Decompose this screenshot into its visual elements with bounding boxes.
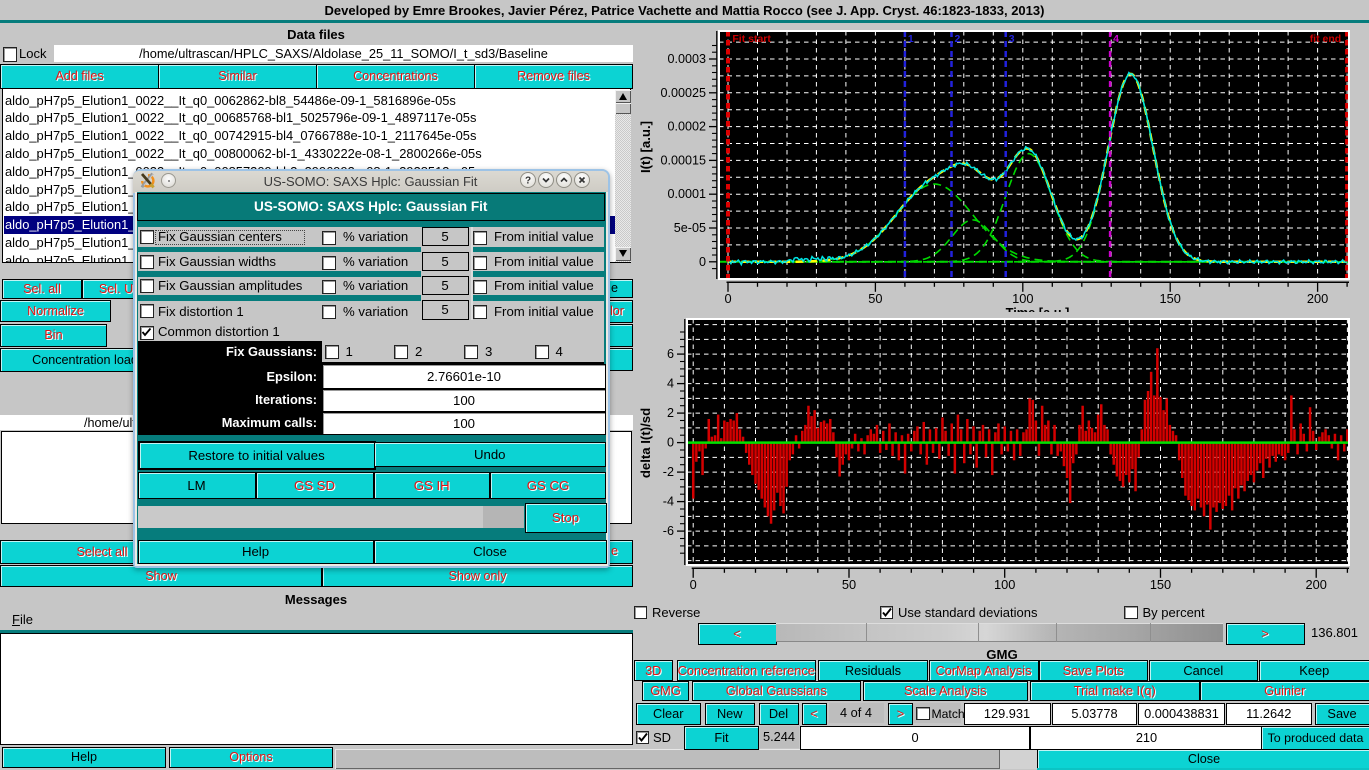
svg-text:delta I(t)/sd: delta I(t)/sd bbox=[638, 408, 653, 478]
svg-text:150: 150 bbox=[1150, 577, 1171, 592]
svg-text:100: 100 bbox=[1012, 291, 1033, 306]
svg-text:0: 0 bbox=[667, 436, 674, 450]
svg-text:200: 200 bbox=[1307, 291, 1328, 306]
svg-text:6: 6 bbox=[667, 347, 674, 361]
svg-text:4: 4 bbox=[667, 377, 674, 391]
svg-text:0.0001: 0.0001 bbox=[667, 187, 706, 201]
svg-text:0.0003: 0.0003 bbox=[667, 52, 706, 66]
svg-text:1: 1 bbox=[908, 33, 914, 45]
svg-text:0: 0 bbox=[724, 291, 731, 306]
svg-text:50: 50 bbox=[868, 291, 882, 306]
svg-text:2: 2 bbox=[667, 406, 674, 420]
svg-text:150: 150 bbox=[1160, 291, 1181, 306]
svg-text:0.00015: 0.00015 bbox=[660, 153, 706, 167]
svg-text:fit end: fit end bbox=[1310, 33, 1342, 45]
svg-text:I(t) [a.u.]: I(t) [a.u.] bbox=[638, 121, 653, 173]
svg-text:5e-05: 5e-05 bbox=[674, 221, 706, 235]
svg-text:0.0002: 0.0002 bbox=[667, 120, 706, 134]
svg-text:0: 0 bbox=[699, 255, 706, 269]
svg-text:0.00025: 0.00025 bbox=[660, 86, 706, 100]
svg-text:3: 3 bbox=[1009, 33, 1015, 45]
svg-text:-4: -4 bbox=[663, 495, 674, 509]
svg-text:Fit start: Fit start bbox=[732, 33, 771, 45]
svg-text:?: ? bbox=[525, 176, 531, 187]
svg-text:200: 200 bbox=[1306, 577, 1327, 592]
svg-text:50: 50 bbox=[842, 577, 856, 592]
svg-text:-2: -2 bbox=[663, 465, 674, 479]
svg-text:100: 100 bbox=[994, 577, 1015, 592]
svg-text:2: 2 bbox=[955, 33, 961, 45]
svg-text:4: 4 bbox=[1113, 33, 1119, 45]
svg-text:0: 0 bbox=[690, 577, 697, 592]
svg-text:-6: -6 bbox=[663, 524, 674, 538]
